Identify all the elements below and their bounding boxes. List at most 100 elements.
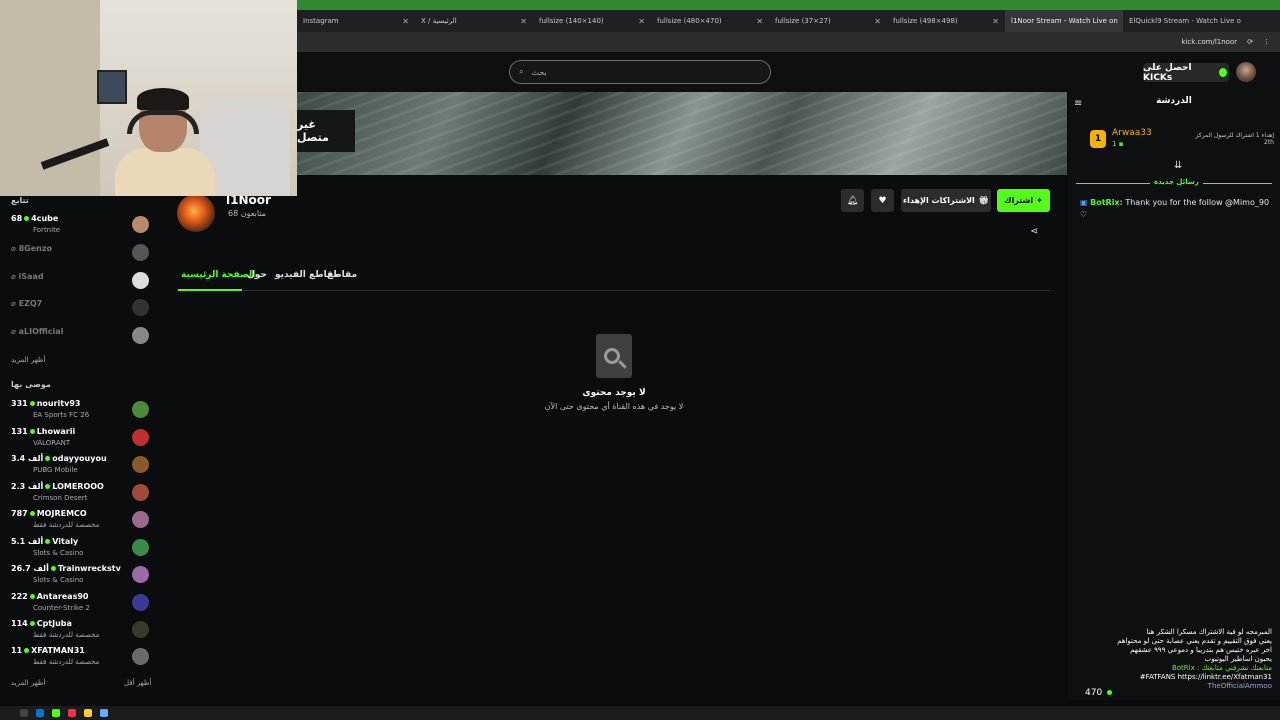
new-messages-label: رسائل جديدة xyxy=(1150,178,1203,186)
url-text[interactable]: kick.com/l1noor xyxy=(1181,38,1237,46)
empty-search-icon xyxy=(596,334,632,378)
browser-tab-l1noor[interactable]: l1Noor Stream - Watch Live on✕ xyxy=(1005,10,1123,32)
bot-badge-icon: ▣ xyxy=(1080,198,1088,207)
gift-icon: 🎁︎ xyxy=(978,196,989,205)
browser-tab-x[interactable]: X / الرئيسية ✕ xyxy=(415,10,533,32)
browser-tab-fullsize-3[interactable]: fullsize (37×27) ✕ xyxy=(769,10,887,32)
avatar xyxy=(132,566,149,583)
left-sidebar: تتابع 68 4cube Fortnite ⌀ 8Genzo ⌀ iSaad … xyxy=(0,196,160,700)
app-icon[interactable] xyxy=(68,709,76,717)
chat-title: الدردشة xyxy=(1156,96,1192,106)
avatar xyxy=(132,484,149,501)
offline-badge: غير متصل xyxy=(297,110,355,152)
follow-heart-button[interactable]: ♥ xyxy=(871,189,894,212)
recommended-title: موصى بها xyxy=(11,380,51,389)
following-title: تتابع xyxy=(11,196,29,205)
start-icon[interactable] xyxy=(20,709,28,717)
sidebar-item-vitaly[interactable]: 5.1 ألف Vitaly Slots & Casino xyxy=(11,537,151,563)
chat-username[interactable]: BotRix: xyxy=(1090,198,1123,207)
follower-count: 68 متابعون xyxy=(228,209,266,218)
avatar xyxy=(132,594,149,611)
app-icon[interactable] xyxy=(36,709,44,717)
pinned-gift-event: 1 Arwaa33 1 ▪ إهداء 1 اشتراك للرسول المر… xyxy=(1086,126,1276,156)
show-more-link[interactable]: أظهر المزيد xyxy=(11,356,45,364)
browser-tab-fullsize-4[interactable]: fullsize (498×498) ✕ xyxy=(887,10,1005,32)
menu-icon[interactable]: ⋮ xyxy=(1263,38,1270,46)
avatar xyxy=(132,272,149,289)
avatar xyxy=(132,621,149,638)
avatar xyxy=(132,216,149,233)
avatar xyxy=(132,511,149,528)
get-kicks-button[interactable]: احصل على KICKs xyxy=(1143,63,1229,83)
pinned-username[interactable]: Arwaa33 xyxy=(1112,128,1152,138)
avatar xyxy=(132,648,149,665)
sparkle-icon: ✦ xyxy=(1036,196,1043,205)
browser-tab-fullsize-1[interactable]: fullsize (140×140) ✕ xyxy=(533,10,651,32)
close-icon[interactable]: ✕ xyxy=(520,17,527,26)
sidebar-item-trainwreckstv[interactable]: 26.7 ألف Trainwreckstv Slots & Casino xyxy=(11,564,151,590)
show-more-link-2[interactable]: أظهر المزيد xyxy=(11,679,45,687)
show-less-link[interactable]: أظهر أقل xyxy=(124,679,151,687)
sidebar-item-odayyouyou[interactable]: 3.4 ألف odayyouyou PUBG Mobile xyxy=(11,454,151,480)
app-icon[interactable] xyxy=(100,709,108,717)
notifications-button[interactable]: 🔔︎ xyxy=(841,189,864,212)
offline-icon: ⌀ xyxy=(11,327,19,336)
sidebar-item-4cube[interactable]: 68 4cube Fortnite xyxy=(11,214,151,240)
os-taskbar xyxy=(0,706,1280,720)
sidebar-item-nouritv93[interactable]: 331 nouritv93 EA Sports FC 26 xyxy=(11,399,151,425)
sidebar-item-mojremco[interactable]: 787 MOJREMCO مخصصة للدردشة فقط xyxy=(11,509,151,535)
heart-icon: ♥ xyxy=(878,195,887,206)
viewer-count: 470 xyxy=(1085,688,1114,698)
app-icon[interactable] xyxy=(52,709,60,717)
close-icon[interactable]: ✕ xyxy=(874,17,881,26)
browser-tab-instagram[interactable]: Instagram ✕ xyxy=(297,10,415,32)
sidebar-item-antareas90[interactable]: 222 Antareas90 Counter-Strike 2 xyxy=(11,592,151,618)
active-tab-indicator xyxy=(178,289,242,291)
sidebar-item-lomerooo[interactable]: 2.3 ألف LOMEROOO Crimson Desert xyxy=(11,482,151,508)
sidebar-item-xfatman31[interactable]: 11 XFATMAN31 مخصصة للدردشة فقط xyxy=(11,646,151,672)
avatar xyxy=(132,299,149,316)
browser-tab-fullsize-2[interactable]: fullsize (480×470) ✕ xyxy=(651,10,769,32)
sidebar-item-isaad[interactable]: ⌀ iSaad xyxy=(11,270,151,296)
gift-subs-button[interactable]: الاشتراكات الإهداء 🎁︎ xyxy=(901,189,991,212)
avatar xyxy=(132,401,149,418)
search-input[interactable]: ⌕ بحث xyxy=(509,60,771,84)
browser-tab-elquick[interactable]: ElQuickl9 Stream - Watch Live o✕ xyxy=(1123,10,1241,32)
avatar xyxy=(132,539,149,556)
chat-message: ▣ BotRix: Thank you for the follow @Mimo… xyxy=(1080,198,1270,219)
avatar xyxy=(132,244,149,261)
sidebar-item-lhowarii[interactable]: 131 Lhowarii VALORANT xyxy=(11,427,151,453)
sidebar-item-cptjuba[interactable]: 114 CptJuba مخصصة للدردشة فقط xyxy=(11,619,151,645)
channel-tabs: الصفحة الرئيسية حول مقاطع الفيديو مقاطع xyxy=(177,266,1050,291)
viewers-icon xyxy=(1107,690,1113,695)
close-icon[interactable]: ✕ xyxy=(992,17,999,26)
close-icon[interactable]: ✕ xyxy=(402,17,409,26)
tab-home[interactable]: الصفحة الرئيسية xyxy=(181,270,255,280)
tab-clips[interactable]: مقاطع xyxy=(327,270,357,280)
subscribe-button[interactable]: اشتراك ✦ xyxy=(997,189,1050,212)
offline-icon: ⌀ xyxy=(11,299,19,308)
webcam-overlay xyxy=(0,0,297,196)
search-icon: ⌕ xyxy=(519,67,524,76)
reload-icon[interactable]: ⟳ xyxy=(1247,38,1253,46)
avatar xyxy=(132,327,149,344)
empty-subtitle: لا يوجد في هذه القناة أي محتوى حتى الآن xyxy=(544,402,684,411)
tab-about[interactable]: حول xyxy=(247,270,267,280)
expand-icon[interactable]: ⇊ xyxy=(1174,160,1182,171)
user-avatar[interactable] xyxy=(1236,62,1256,82)
share-icon[interactable]: ⋖ xyxy=(1030,226,1038,237)
gift-badge-icon: 1 xyxy=(1090,130,1106,148)
kicks-icon xyxy=(1219,68,1227,77)
sidebar-item-ezq7[interactable]: ⌀ EZQ7 xyxy=(11,297,151,323)
avatar xyxy=(132,456,149,473)
sidebar-item-alofficial[interactable]: ⌀ aLIOfficial xyxy=(11,325,151,351)
live-dot-icon xyxy=(24,216,30,221)
channel-banner xyxy=(297,92,1067,175)
close-icon[interactable]: ✕ xyxy=(638,17,645,26)
bell-icon: 🔔︎ xyxy=(846,195,859,206)
sidebar-item-8genzo[interactable]: ⌀ 8Genzo xyxy=(11,242,151,268)
app-icon[interactable] xyxy=(84,709,92,717)
offline-icon: ⌀ xyxy=(11,272,19,281)
avatar xyxy=(132,429,149,446)
close-icon[interactable]: ✕ xyxy=(756,17,763,26)
